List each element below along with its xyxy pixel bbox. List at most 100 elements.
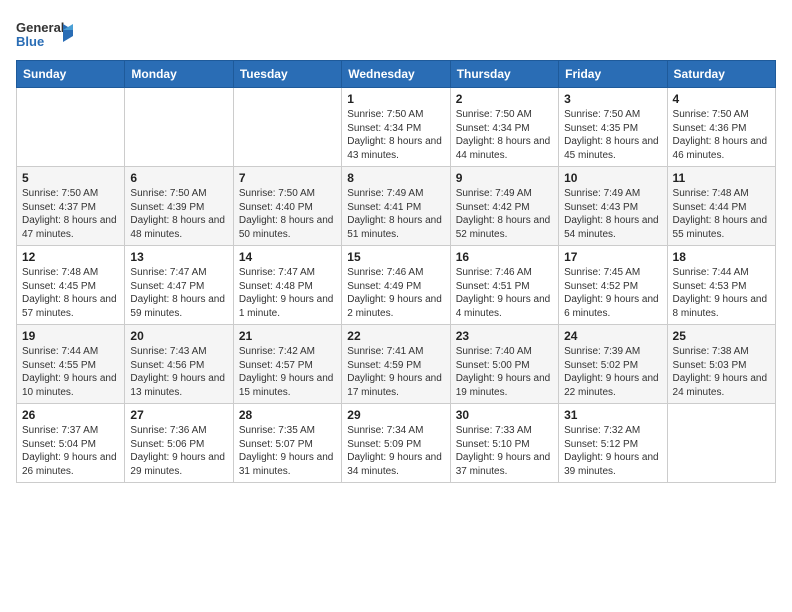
- day-number: 18: [673, 250, 770, 264]
- calendar-table: SundayMondayTuesdayWednesdayThursdayFrid…: [16, 60, 776, 483]
- day-number: 8: [347, 171, 444, 185]
- day-number: 3: [564, 92, 661, 106]
- page-header: General Blue: [16, 16, 776, 52]
- day-number: 25: [673, 329, 770, 343]
- day-info: Sunrise: 7:35 AM Sunset: 5:07 PM Dayligh…: [239, 424, 336, 478]
- calendar-week-row: 19 Sunrise: 7:44 AM Sunset: 4:55 PM Dayli…: [17, 325, 776, 404]
- day-number: 16: [456, 250, 553, 264]
- day-info: Sunrise: 7:47 AM Sunset: 4:48 PM Dayligh…: [239, 266, 336, 320]
- day-info: Sunrise: 7:46 AM Sunset: 4:49 PM Dayligh…: [347, 266, 444, 320]
- day-info: Sunrise: 7:42 AM Sunset: 4:57 PM Dayligh…: [239, 345, 336, 399]
- day-info: Sunrise: 7:40 AM Sunset: 5:00 PM Dayligh…: [456, 345, 553, 399]
- day-number: 27: [130, 408, 227, 422]
- day-info: Sunrise: 7:45 AM Sunset: 4:52 PM Dayligh…: [564, 266, 661, 320]
- day-number: 6: [130, 171, 227, 185]
- day-info: Sunrise: 7:37 AM Sunset: 5:04 PM Dayligh…: [22, 424, 119, 478]
- calendar-cell: 24 Sunrise: 7:39 AM Sunset: 5:02 PM Dayli…: [559, 325, 667, 404]
- day-number: 29: [347, 408, 444, 422]
- day-number: 28: [239, 408, 336, 422]
- calendar-cell: 22 Sunrise: 7:41 AM Sunset: 4:59 PM Dayli…: [342, 325, 450, 404]
- weekday-header-friday: Friday: [559, 61, 667, 88]
- calendar-cell: 18 Sunrise: 7:44 AM Sunset: 4:53 PM Dayli…: [667, 246, 775, 325]
- day-number: 19: [22, 329, 119, 343]
- day-number: 10: [564, 171, 661, 185]
- calendar-cell: 21 Sunrise: 7:42 AM Sunset: 4:57 PM Dayli…: [233, 325, 341, 404]
- day-info: Sunrise: 7:44 AM Sunset: 4:55 PM Dayligh…: [22, 345, 119, 399]
- calendar-cell: 29 Sunrise: 7:34 AM Sunset: 5:09 PM Dayli…: [342, 404, 450, 483]
- calendar-cell: 14 Sunrise: 7:47 AM Sunset: 4:48 PM Dayli…: [233, 246, 341, 325]
- calendar-cell: 3 Sunrise: 7:50 AM Sunset: 4:35 PM Daylig…: [559, 88, 667, 167]
- day-number: 11: [673, 171, 770, 185]
- day-number: 17: [564, 250, 661, 264]
- day-info: Sunrise: 7:48 AM Sunset: 4:44 PM Dayligh…: [673, 187, 770, 241]
- day-info: Sunrise: 7:48 AM Sunset: 4:45 PM Dayligh…: [22, 266, 119, 320]
- calendar-cell: 27Sunrise: 7:36 AM Sunset: 5:06 PM Dayli…: [125, 404, 233, 483]
- calendar-cell: [125, 88, 233, 167]
- day-number: 14: [239, 250, 336, 264]
- day-info: Sunrise: 7:33 AM Sunset: 5:10 PM Dayligh…: [456, 424, 553, 478]
- weekday-header-sunday: Sunday: [17, 61, 125, 88]
- calendar-cell: 5Sunrise: 7:50 AM Sunset: 4:37 PM Daylig…: [17, 167, 125, 246]
- day-info: Sunrise: 7:43 AM Sunset: 4:56 PM Dayligh…: [130, 345, 227, 399]
- logo: General Blue: [16, 16, 76, 52]
- weekday-header-wednesday: Wednesday: [342, 61, 450, 88]
- calendar-cell: 20Sunrise: 7:43 AM Sunset: 4:56 PM Dayli…: [125, 325, 233, 404]
- day-number: 4: [673, 92, 770, 106]
- calendar-cell: 17 Sunrise: 7:45 AM Sunset: 4:52 PM Dayli…: [559, 246, 667, 325]
- calendar-cell: 11 Sunrise: 7:48 AM Sunset: 4:44 PM Dayli…: [667, 167, 775, 246]
- calendar-week-row: 26 Sunrise: 7:37 AM Sunset: 5:04 PM Dayli…: [17, 404, 776, 483]
- calendar-cell: 10Sunrise: 7:49 AM Sunset: 4:43 PM Dayli…: [559, 167, 667, 246]
- day-number: 22: [347, 329, 444, 343]
- day-number: 15: [347, 250, 444, 264]
- day-number: 23: [456, 329, 553, 343]
- calendar-cell: 19 Sunrise: 7:44 AM Sunset: 4:55 PM Dayli…: [17, 325, 125, 404]
- logo-svg: General Blue: [16, 16, 76, 52]
- day-info: Sunrise: 7:34 AM Sunset: 5:09 PM Dayligh…: [347, 424, 444, 478]
- calendar-week-row: 1 Sunrise: 7:50 AM Sunset: 4:34 PM Daylig…: [17, 88, 776, 167]
- day-info: Sunrise: 7:49 AM Sunset: 4:42 PM Dayligh…: [456, 187, 553, 241]
- calendar-cell: 1 Sunrise: 7:50 AM Sunset: 4:34 PM Daylig…: [342, 88, 450, 167]
- day-info: Sunrise: 7:39 AM Sunset: 5:02 PM Dayligh…: [564, 345, 661, 399]
- calendar-cell: 30 Sunrise: 7:33 AM Sunset: 5:10 PM Dayli…: [450, 404, 558, 483]
- weekday-header-tuesday: Tuesday: [233, 61, 341, 88]
- day-number: 30: [456, 408, 553, 422]
- day-number: 7: [239, 171, 336, 185]
- day-info: Sunrise: 7:44 AM Sunset: 4:53 PM Dayligh…: [673, 266, 770, 320]
- calendar-cell: 7Sunrise: 7:50 AM Sunset: 4:40 PM Daylig…: [233, 167, 341, 246]
- day-info: Sunrise: 7:49 AM Sunset: 4:41 PM Dayligh…: [347, 187, 444, 241]
- day-number: 21: [239, 329, 336, 343]
- calendar-cell: 16Sunrise: 7:46 AM Sunset: 4:51 PM Dayli…: [450, 246, 558, 325]
- day-info: Sunrise: 7:50 AM Sunset: 4:34 PM Dayligh…: [456, 108, 553, 162]
- calendar-cell: 28 Sunrise: 7:35 AM Sunset: 5:07 PM Dayli…: [233, 404, 341, 483]
- day-number: 2: [456, 92, 553, 106]
- calendar-cell: [667, 404, 775, 483]
- weekday-header-monday: Monday: [125, 61, 233, 88]
- weekday-header-saturday: Saturday: [667, 61, 775, 88]
- day-number: 31: [564, 408, 661, 422]
- calendar-week-row: 12 Sunrise: 7:48 AM Sunset: 4:45 PM Dayli…: [17, 246, 776, 325]
- calendar-cell: [17, 88, 125, 167]
- day-info: Sunrise: 7:50 AM Sunset: 4:39 PM Dayligh…: [130, 187, 227, 241]
- weekday-header-thursday: Thursday: [450, 61, 558, 88]
- day-info: Sunrise: 7:50 AM Sunset: 4:34 PM Dayligh…: [347, 108, 444, 162]
- calendar-cell: 26 Sunrise: 7:37 AM Sunset: 5:04 PM Dayli…: [17, 404, 125, 483]
- day-info: Sunrise: 7:41 AM Sunset: 4:59 PM Dayligh…: [347, 345, 444, 399]
- day-info: Sunrise: 7:50 AM Sunset: 4:35 PM Dayligh…: [564, 108, 661, 162]
- calendar-header-row: SundayMondayTuesdayWednesdayThursdayFrid…: [17, 61, 776, 88]
- day-number: 24: [564, 329, 661, 343]
- calendar-cell: 31Sunrise: 7:32 AM Sunset: 5:12 PM Dayli…: [559, 404, 667, 483]
- day-number: 1: [347, 92, 444, 106]
- svg-text:Blue: Blue: [16, 34, 44, 49]
- calendar-cell: 2 Sunrise: 7:50 AM Sunset: 4:34 PM Daylig…: [450, 88, 558, 167]
- calendar-cell: 4Sunrise: 7:50 AM Sunset: 4:36 PM Daylig…: [667, 88, 775, 167]
- day-number: 12: [22, 250, 119, 264]
- calendar-cell: 6 Sunrise: 7:50 AM Sunset: 4:39 PM Daylig…: [125, 167, 233, 246]
- day-info: Sunrise: 7:38 AM Sunset: 5:03 PM Dayligh…: [673, 345, 770, 399]
- day-number: 9: [456, 171, 553, 185]
- calendar-cell: 15 Sunrise: 7:46 AM Sunset: 4:49 PM Dayli…: [342, 246, 450, 325]
- calendar-cell: 13Sunrise: 7:47 AM Sunset: 4:47 PM Dayli…: [125, 246, 233, 325]
- calendar-cell: 8 Sunrise: 7:49 AM Sunset: 4:41 PM Daylig…: [342, 167, 450, 246]
- day-number: 26: [22, 408, 119, 422]
- day-info: Sunrise: 7:47 AM Sunset: 4:47 PM Dayligh…: [130, 266, 227, 320]
- day-info: Sunrise: 7:50 AM Sunset: 4:37 PM Dayligh…: [22, 187, 119, 241]
